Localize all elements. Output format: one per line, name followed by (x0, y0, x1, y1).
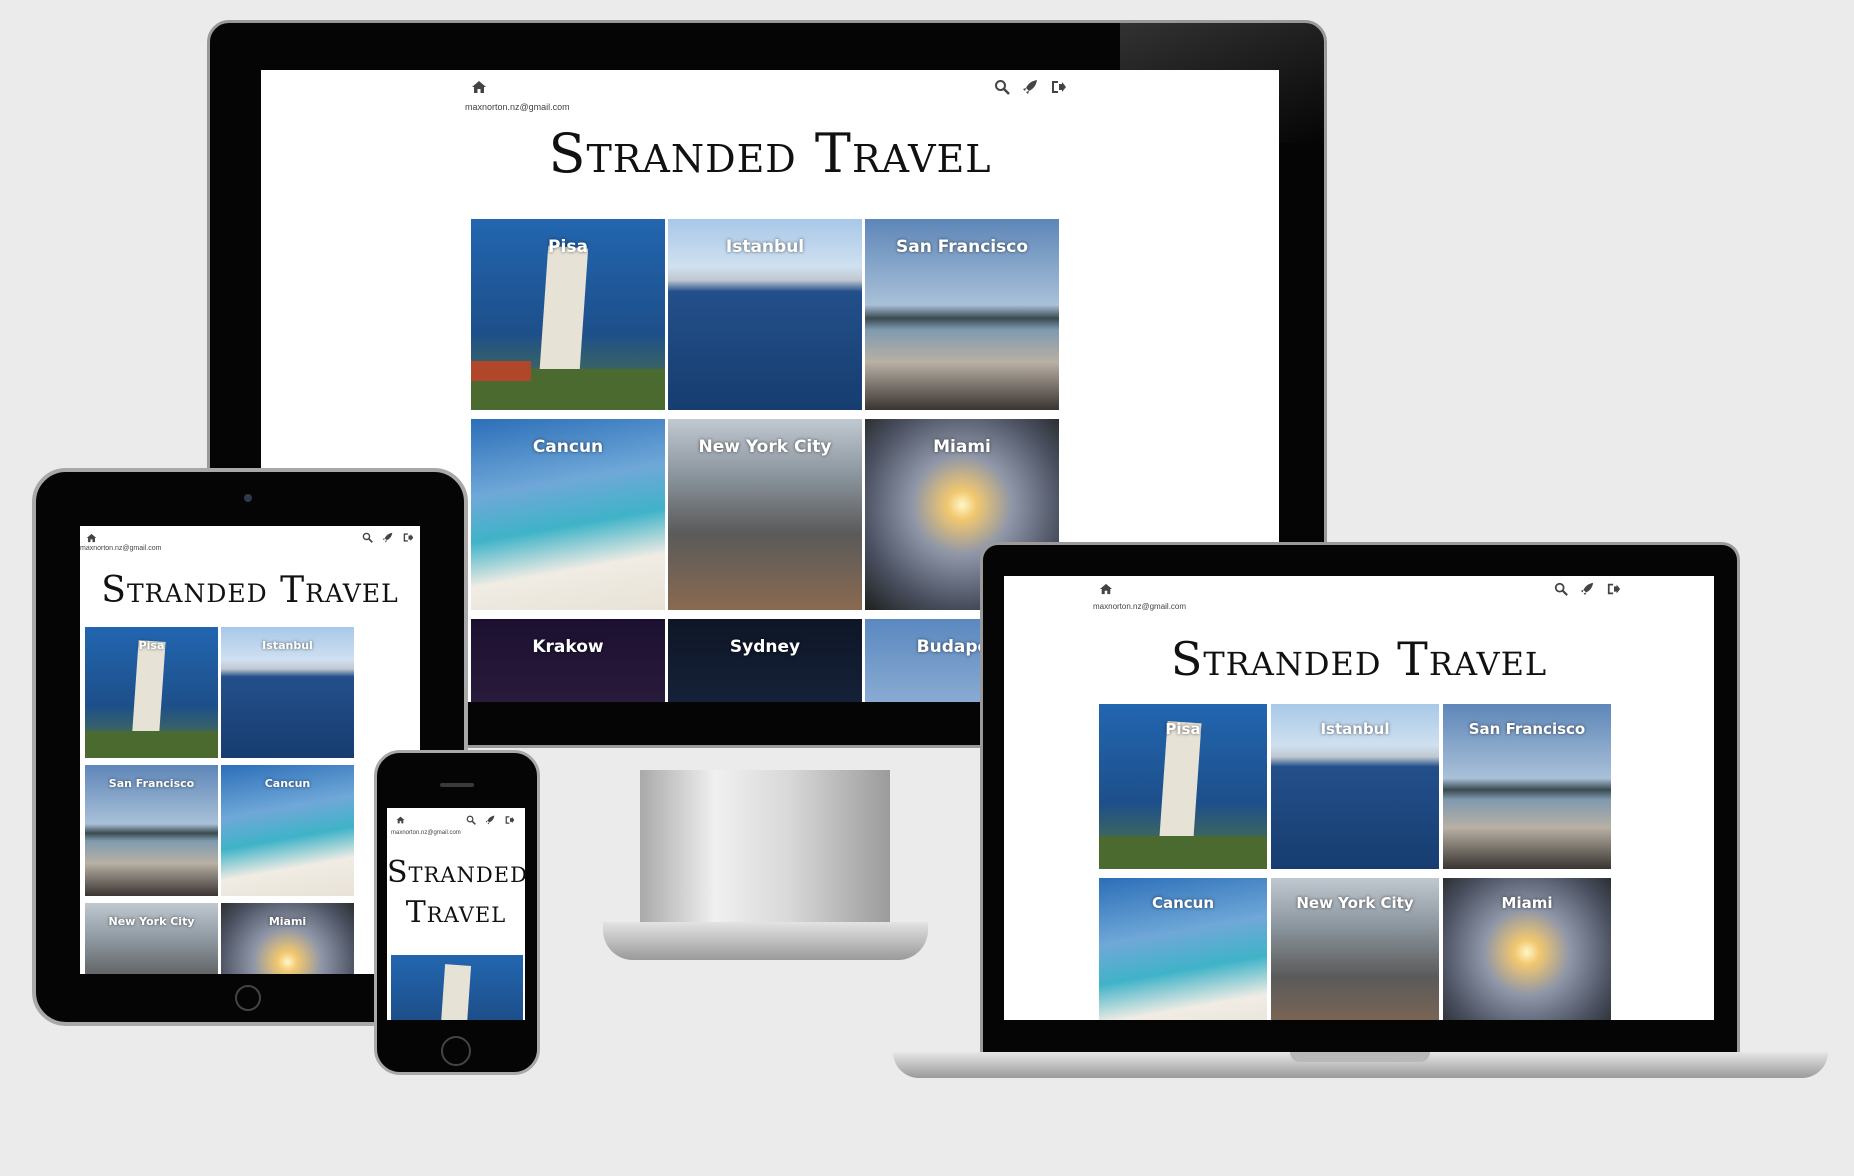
tablet-home-button[interactable] (235, 985, 261, 1011)
city-label: San Francisco (1468, 720, 1586, 738)
home-icon[interactable] (471, 78, 487, 96)
city-tile-krakow[interactable]: Krakow (471, 619, 665, 702)
city-label: New York City (108, 915, 195, 928)
site-title: Stranded Travel (1170, 632, 1548, 686)
search-icon[interactable] (994, 79, 1010, 95)
rocket-icon[interactable] (1022, 79, 1038, 95)
city-label: Istanbul (725, 237, 805, 257)
city-tile-pisa[interactable]: Pisa (1099, 704, 1267, 869)
phone-screen: maxnorton.nz@gmail.com Stranded Travel (387, 808, 525, 1020)
home-icon[interactable] (1099, 580, 1113, 598)
city-label: Pisa (548, 237, 588, 257)
nav-icons (994, 78, 1067, 96)
user-email: maxnorton.nz@gmail.com (391, 830, 461, 836)
city-label: New York City (698, 437, 832, 457)
city-grid: Pisa Istanbul San Francisco Cancun New Y… (471, 219, 1059, 702)
city-tile-istanbul[interactable]: Istanbul (668, 219, 862, 410)
nav-icons (362, 529, 414, 547)
city-label: Cancun (1151, 894, 1215, 912)
sign-out-icon[interactable] (403, 532, 414, 543)
city-label: San Francisco (108, 777, 195, 790)
search-icon[interactable] (362, 532, 373, 544)
city-grid: Pisa Istanbul San Francisco Cancun New Y… (85, 627, 354, 974)
city-label: Istanbul (1320, 720, 1390, 738)
rocket-icon[interactable] (1580, 582, 1594, 596)
city-label: Cancun (264, 777, 311, 790)
city-label: Cancun (532, 437, 604, 457)
phone-home-button[interactable] (441, 1036, 471, 1066)
nav-icons (466, 811, 515, 829)
city-label: Miami (268, 915, 307, 928)
site-title: Stranded Travel (548, 122, 992, 185)
city-label: San Francisco (896, 237, 1028, 257)
site-title-line-2: Travel (405, 895, 507, 930)
city-tile-pisa[interactable]: Pisa (471, 219, 665, 410)
city-tile-san-francisco[interactable]: San Francisco (85, 765, 218, 896)
city-tile-miami[interactable]: Miami (1443, 878, 1611, 1020)
city-tile-pisa[interactable] (391, 955, 523, 1020)
laptop-notch (1290, 1052, 1430, 1062)
home-icon[interactable] (396, 811, 405, 829)
city-tile-istanbul[interactable]: Istanbul (221, 627, 354, 758)
sign-out-icon[interactable] (505, 815, 515, 825)
tablet-screen: maxnorton.nz@gmail.com Stranded Travel P… (80, 526, 420, 974)
phone-speaker (440, 783, 474, 787)
search-icon[interactable] (466, 815, 476, 825)
city-tile-new-york-city[interactable]: New York City (668, 419, 862, 610)
search-icon[interactable] (1554, 582, 1568, 596)
sign-out-icon[interactable] (1051, 79, 1067, 95)
monitor-base (603, 922, 928, 960)
city-label: Istanbul (262, 639, 313, 652)
nav-icons (1554, 580, 1621, 598)
city-tile-miami[interactable]: Miami (221, 903, 354, 974)
city-tile-san-francisco[interactable]: San Francisco (865, 219, 1059, 410)
user-email: maxnorton.nz@gmail.com (1093, 602, 1187, 611)
city-tile-new-york-city[interactable]: New York City (85, 903, 218, 974)
city-tile-istanbul[interactable]: Istanbul (1271, 704, 1439, 869)
site-title-line-1: Stranded (387, 855, 525, 890)
city-label: Pisa (138, 639, 165, 652)
site-title: Stranded Travel (101, 570, 399, 611)
rocket-icon[interactable] (382, 532, 393, 543)
tablet-camera (244, 494, 252, 502)
city-tile-pisa[interactable]: Pisa (85, 627, 218, 758)
laptop-screen: maxnorton.nz@gmail.com Stranded Travel P… (1004, 576, 1714, 1020)
monitor-neck (640, 770, 890, 935)
city-label: Sydney (729, 637, 801, 657)
city-tile-cancun[interactable]: Cancun (1099, 878, 1267, 1020)
city-label: Miami (1501, 894, 1553, 912)
city-label: Pisa (1165, 720, 1201, 738)
user-email: maxnorton.nz@gmail.com (465, 102, 570, 112)
city-label: New York City (1296, 894, 1414, 912)
city-label: Miami (933, 437, 991, 457)
city-tile-cancun[interactable]: Cancun (471, 419, 665, 610)
city-tile-san-francisco[interactable]: San Francisco (1443, 704, 1611, 869)
city-label: Krakow (532, 637, 604, 657)
city-tile-new-york-city[interactable]: New York City (1271, 878, 1439, 1020)
city-grid: Pisa Istanbul San Francisco Cancun New Y… (1099, 704, 1611, 1020)
rocket-icon[interactable] (485, 815, 495, 825)
sign-out-icon[interactable] (1607, 582, 1621, 596)
user-email: maxnorton.nz@gmail.com (80, 545, 162, 552)
city-tile-sydney[interactable]: Sydney (668, 619, 862, 702)
city-tile-cancun[interactable]: Cancun (221, 765, 354, 896)
